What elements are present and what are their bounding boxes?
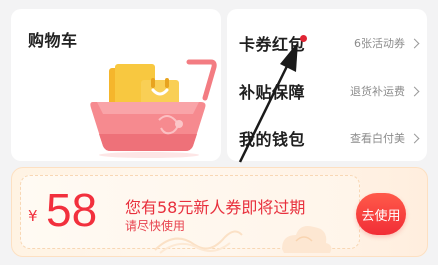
menu-item-coupons[interactable]: 卡券红包 6张活动券 xyxy=(227,23,427,63)
menu-item-label: 卡券红包 xyxy=(239,35,306,54)
coupon-currency: ¥ xyxy=(28,207,38,225)
coupon-amount: 58 xyxy=(46,184,98,236)
chevron-right-icon xyxy=(409,133,420,143)
notification-dot xyxy=(300,35,307,42)
use-coupon-button[interactable]: 去使用 xyxy=(356,193,406,235)
chevron-right-icon xyxy=(409,38,420,48)
coupon-sub-message: 请尽快使用 xyxy=(125,219,186,233)
menu-item-desc: 查看白付美 xyxy=(350,132,405,145)
shopping-cart-icon xyxy=(90,59,217,158)
decorative-cloud-icon xyxy=(282,226,332,253)
chevron-right-icon xyxy=(409,86,420,96)
menu-item-desc: 6张活动券 xyxy=(354,37,405,50)
cart-card[interactable]: 购物车 xyxy=(11,9,221,161)
menu-item-label: 补贴保障 xyxy=(239,83,306,102)
menu-item-wallet[interactable]: 我的钱包 查看白付美 xyxy=(227,118,427,158)
page: 购物车 卡券红包 6张活动券 补贴保障 退货补运费 我的钱包 查看白付美 ¥ 5… xyxy=(0,0,438,265)
cart-title: 购物车 xyxy=(28,31,78,50)
coupon-message: 您有58元新人券即将过期 xyxy=(125,198,306,217)
menu-item-subsidy[interactable]: 补贴保障 退货补运费 xyxy=(227,71,427,111)
wallet-menu-card: 卡券红包 6张活动券 补贴保障 退货补运费 我的钱包 查看白付美 xyxy=(227,9,427,161)
menu-item-desc: 退货补运费 xyxy=(350,85,405,98)
menu-item-label: 我的钱包 xyxy=(239,130,306,149)
